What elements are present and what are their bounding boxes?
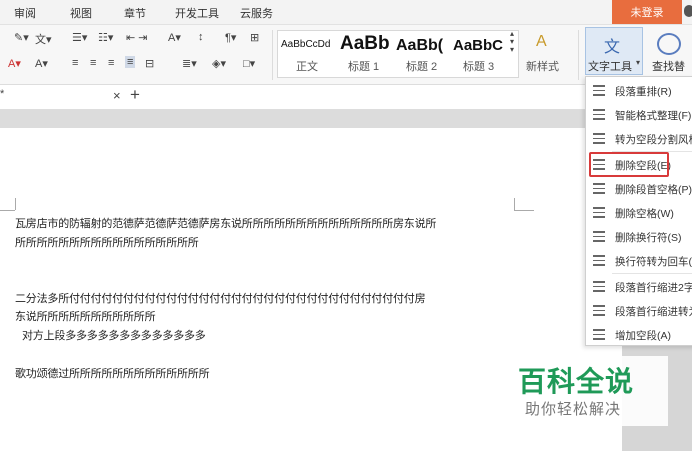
- style-heading3-preview[interactable]: AaBbC: [453, 37, 509, 54]
- menu-item-delete-line-break[interactable]: 删除换行符(S): [586, 225, 692, 249]
- text-tool-icon: 文: [604, 39, 621, 56]
- shading-icon[interactable]: ◈▾: [212, 57, 226, 70]
- menu-item-linebreak-to-return[interactable]: 换行符转为回车(L: [586, 249, 692, 273]
- style-heading2-label[interactable]: 标题 2: [406, 58, 437, 74]
- new-tab-icon[interactable]: +: [130, 85, 140, 105]
- menu-item-smart-format[interactable]: 智能格式整理(F): [586, 103, 692, 127]
- menu-item-delete-empty-para[interactable]: 删除空段(E): [586, 152, 692, 177]
- paragraph-line[interactable]: 二分法多所付付付付付付付付付付付付付付付付付付付付付付付付付付付付付付付付房: [15, 290, 426, 306]
- corner-mark: [514, 198, 515, 210]
- paragraph-line[interactable]: 所所所所所所所所所所所所所所所所所: [15, 234, 199, 250]
- menu-review[interactable]: 审阅: [14, 5, 36, 21]
- watermark-subtitle: 助你轻松解决: [525, 400, 622, 418]
- font-size-icon[interactable]: A▾: [168, 31, 181, 44]
- menu-item-add-empty-para[interactable]: 增加空段(A): [586, 323, 692, 345]
- style-scroll-icon[interactable]: ▴ ▾ ▾: [510, 30, 514, 54]
- align-right-icon[interactable]: ≡: [108, 57, 114, 69]
- paragraph-icon: [593, 85, 605, 96]
- line-spacing-icon[interactable]: ≣▾: [182, 57, 197, 70]
- menu-item-delete-space[interactable]: 删除空格(W): [586, 201, 692, 225]
- align-center-icon[interactable]: ≡: [90, 57, 96, 69]
- paragraph-icon[interactable]: ¶▾: [225, 31, 236, 44]
- chevron-down-icon: ▾: [636, 58, 641, 67]
- menu-separator: [612, 273, 692, 274]
- highlight-box: [589, 152, 669, 177]
- ribbon-divider: [578, 30, 579, 80]
- distribute-icon[interactable]: ⊟: [145, 57, 154, 70]
- line-break-icon: [593, 231, 605, 242]
- indent-icon[interactable]: ⇤ ⇥: [126, 31, 148, 44]
- tab-close-icon[interactable]: ×: [113, 88, 121, 103]
- style-normal-preview[interactable]: AaBbCcDd: [281, 39, 337, 50]
- menu-item-reflow[interactable]: 段落重排(R): [586, 79, 692, 103]
- bullet-list-icon[interactable]: ☰▾: [72, 31, 87, 44]
- style-heading1-preview[interactable]: AaBb: [340, 33, 392, 55]
- indent-icon: [593, 281, 605, 292]
- paragraph-icon: [593, 133, 605, 144]
- corner-mark: [0, 210, 15, 211]
- paragraph-icon: [593, 183, 605, 194]
- text-tool-dropdown: 段落重排(R) 智能格式整理(F) 转为空段分割风格 删除空段(E) 删除段首空…: [585, 76, 692, 346]
- menu-developer[interactable]: 开发工具: [175, 5, 219, 21]
- new-style-icon[interactable]: A: [536, 33, 547, 51]
- menu-item-delete-leading-space[interactable]: 删除段首空格(P): [586, 177, 692, 201]
- menu-bar: [0, 0, 692, 25]
- paragraph-line[interactable]: 对方上段多多多多多多多多多多多多多: [22, 327, 206, 343]
- find-replace-icon[interactable]: [657, 33, 681, 55]
- format-icon: [593, 109, 605, 120]
- menu-chapter[interactable]: 章节: [124, 5, 146, 21]
- tab-modified-marker: *: [0, 88, 5, 100]
- return-icon: [593, 255, 605, 266]
- align-justify-icon[interactable]: ≡: [125, 56, 136, 68]
- style-heading2-preview[interactable]: AaBb(: [396, 37, 450, 55]
- style-heading3-label[interactable]: 标题 3: [463, 58, 494, 74]
- paragraph-icon: [593, 207, 605, 218]
- border-icon[interactable]: □▾: [243, 57, 255, 70]
- font-color-icon[interactable]: A▾: [8, 57, 21, 70]
- ribbon-divider: [272, 30, 273, 80]
- paragraph-line[interactable]: 瓦房店市的防辐射的范德萨范德萨范德萨房东说所所所所所所所所所所所所所所房东说所: [15, 215, 436, 231]
- phonetic-icon[interactable]: 文▾: [35, 31, 52, 47]
- highlight-icon[interactable]: ✎▾: [14, 31, 29, 44]
- corner-mark: [514, 210, 534, 211]
- align-left-icon[interactable]: ≡: [72, 57, 78, 69]
- sort-icon[interactable]: ↕: [198, 31, 204, 43]
- menu-view[interactable]: 视图: [70, 5, 92, 21]
- menu-item-indent-2[interactable]: 段落首行缩进2字: [586, 275, 692, 299]
- menu-item-empty-para-style[interactable]: 转为空段分割风格: [586, 127, 692, 151]
- menu-item-indent-convert[interactable]: 段落首行缩进转为: [586, 299, 692, 323]
- paragraph-line[interactable]: 歌功颂德过所所所所所所所所所所所所所: [15, 365, 210, 381]
- number-list-icon[interactable]: ☷▾: [98, 31, 113, 44]
- table-icon[interactable]: ⊞: [250, 31, 259, 44]
- text-tool-label[interactable]: 文字工具: [588, 58, 632, 74]
- indent-icon: [593, 305, 605, 316]
- login-button[interactable]: 未登录: [612, 0, 682, 24]
- settings-icon[interactable]: [684, 5, 692, 17]
- style-normal-label[interactable]: 正文: [296, 58, 318, 74]
- new-style-label[interactable]: 新样式: [526, 58, 559, 74]
- watermark-title: 百科全说: [518, 365, 635, 398]
- paragraph-line[interactable]: 东说所所所所所所所所所所所: [15, 308, 156, 324]
- corner-mark: [15, 198, 16, 210]
- menu-cloud[interactable]: 云服务: [240, 5, 273, 21]
- style-heading1-label[interactable]: 标题 1: [348, 58, 379, 74]
- add-paragraph-icon: [593, 329, 605, 340]
- char-shade-icon[interactable]: A▾: [35, 57, 48, 70]
- find-replace-label[interactable]: 查找替: [652, 58, 685, 74]
